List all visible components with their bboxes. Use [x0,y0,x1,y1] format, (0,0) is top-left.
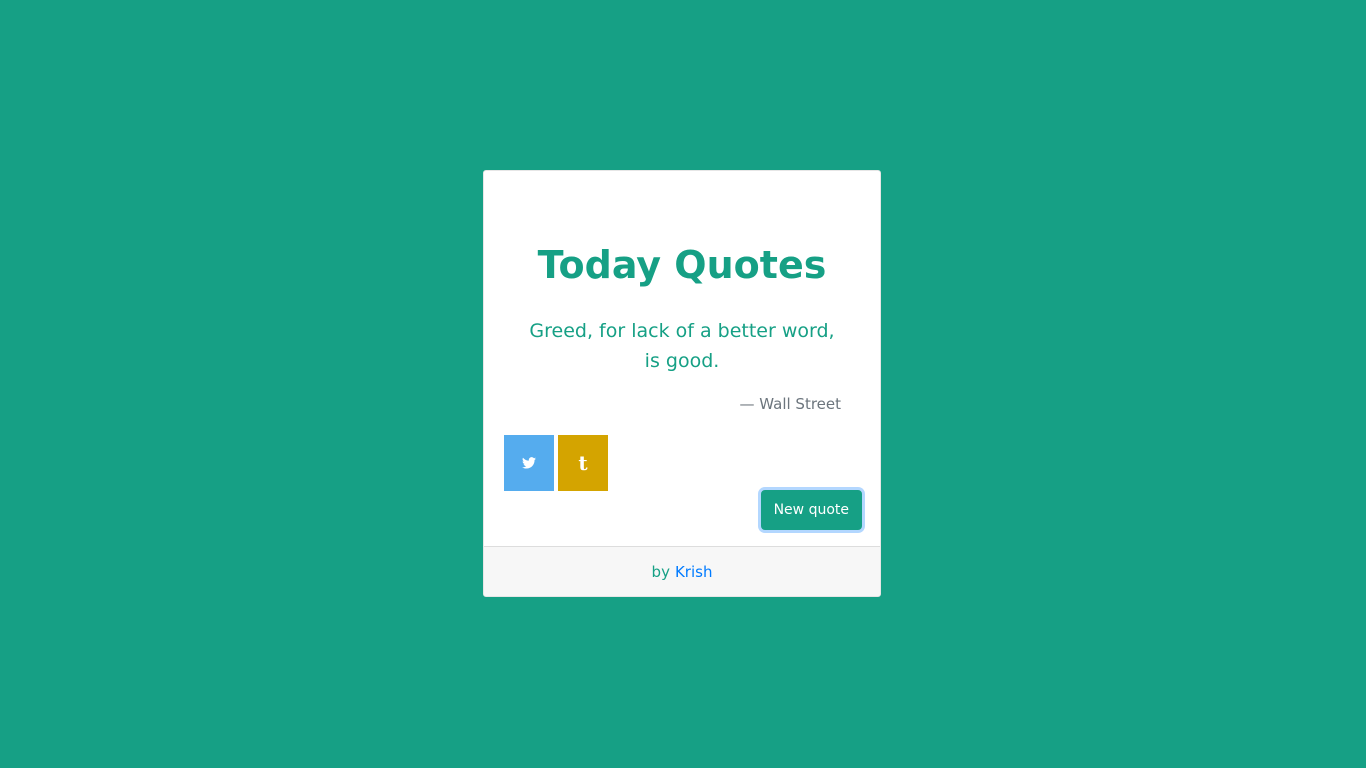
card-footer: by Krish [484,546,880,596]
quote-author: — Wall Street [739,395,841,413]
quote-text: Greed, for lack of a better word, is goo… [529,320,835,372]
author-link[interactable]: Krish [675,563,713,581]
twitter-icon [522,454,536,473]
footer-prefix: by [651,562,670,581]
twitter-bird-svg [522,456,536,469]
tweet-button[interactable] [504,435,554,491]
quote-card: Today Quotes Greed, for lack of a better… [483,170,881,597]
new-quote-button[interactable]: New quote [760,490,862,530]
card-body: Today Quotes Greed, for lack of a better… [484,171,880,549]
page-title: Today Quotes [537,243,827,287]
tumblr-share-button[interactable]: t [558,435,608,491]
tumblr-icon: t [578,451,588,475]
